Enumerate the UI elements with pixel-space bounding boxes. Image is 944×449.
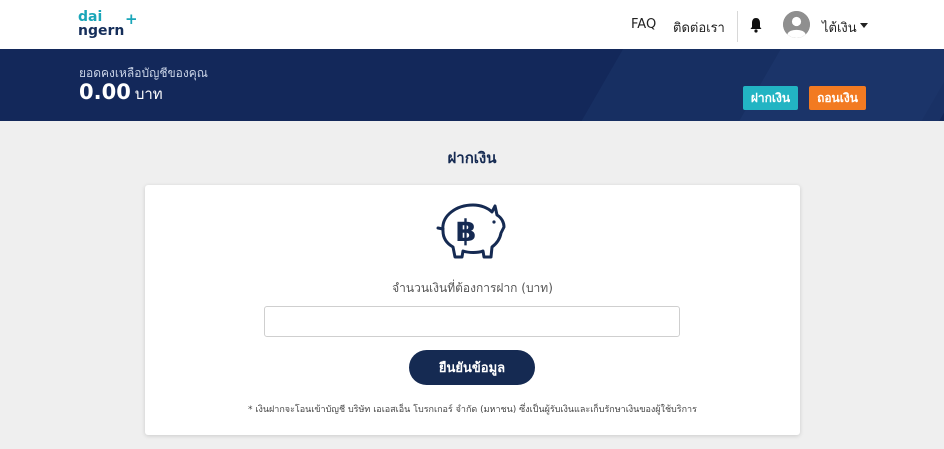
balance-value: 0.00 บาท	[79, 80, 163, 106]
nav-contact-link[interactable]: ติดต่อเรา	[673, 17, 725, 38]
deposit-amount-input[interactable]	[264, 306, 680, 337]
user-menu-name[interactable]: ไต้เงิน	[822, 17, 857, 38]
confirm-button[interactable]: ยืนยันข้อมูล	[409, 350, 535, 385]
deposit-card: ฿ จำนวนเงินที่ต้องการฝาก (บาท) ยืนยันข้อ…	[145, 185, 800, 435]
deposit-footnote: * เงินฝากจะโอนเข้าบัญชี บริษัท เอเอสเอ็น…	[248, 405, 697, 415]
bell-icon[interactable]	[749, 17, 763, 33]
daingern-logo[interactable]: dai ngern +	[78, 10, 138, 39]
user-avatar-icon[interactable]	[783, 11, 810, 38]
nav-divider	[737, 11, 738, 42]
balance-amount: 0.00	[79, 80, 131, 104]
caret-down-icon[interactable]	[860, 23, 868, 28]
svg-text:฿: ฿	[456, 214, 477, 249]
deposit-button[interactable]: ฝากเงิน	[743, 86, 798, 110]
page-title: ฝากเงิน	[447, 149, 497, 167]
amount-label: จำนวนเงินที่ต้องการฝาก (บาท)	[392, 281, 553, 295]
piggy-bank-baht-icon: ฿	[435, 195, 509, 263]
balance-unit: บาท	[134, 85, 163, 103]
balance-banner: ยอดคงเหลือบัญชีของคุณ 0.00 บาท ฝากเงิน ถอ…	[0, 49, 944, 121]
nav-faq-link[interactable]: FAQ	[631, 17, 656, 32]
top-navbar: dai ngern + FAQ ติดต่อเรา ไต้เงิน	[0, 0, 944, 49]
logo-plus: +	[125, 10, 138, 28]
withdraw-button[interactable]: ถอนเงิน	[809, 86, 866, 110]
